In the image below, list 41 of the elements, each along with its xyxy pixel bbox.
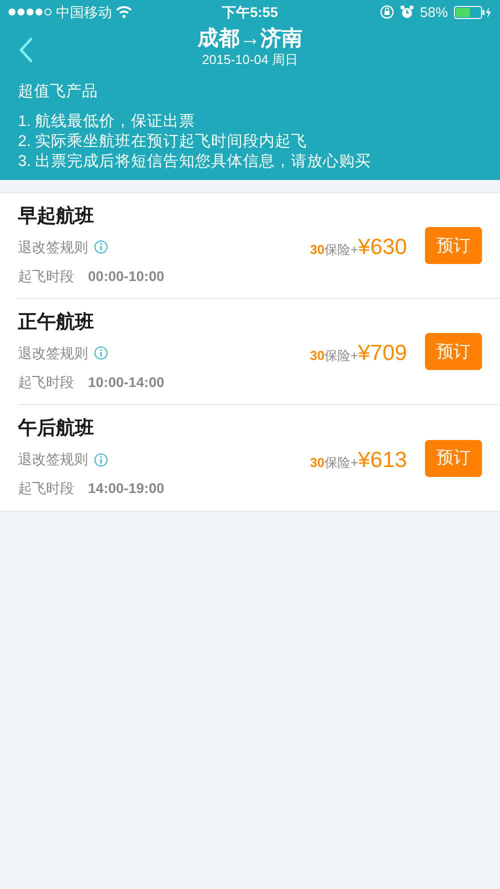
info-icon[interactable] (94, 346, 108, 360)
info-icon[interactable] (94, 452, 108, 466)
alarm-clock-icon (400, 5, 414, 19)
wifi-icon (116, 6, 132, 18)
date-subtitle: 2015-10-04 周日 (202, 52, 298, 68)
insurance-amount: 30 (310, 454, 324, 472)
battery-percent: 58% (420, 2, 448, 22)
rules-link[interactable]: 退改签规则 (18, 342, 88, 364)
book-button[interactable]: 预订 (425, 440, 482, 476)
notice-line: 3. 出票完成后将短信告知您具体信息，请放心购买 (18, 152, 372, 172)
insurance-amount: 30 (310, 241, 324, 259)
rules-link[interactable]: 退改签规则 (18, 236, 88, 258)
battery-charging-icon (454, 6, 492, 18)
rules-link[interactable]: 退改签规则 (18, 449, 88, 470)
price: ¥709 (358, 339, 407, 367)
notice-line: 1. 航线最低价，保证出票 (18, 112, 196, 132)
price: ¥630 (358, 233, 407, 261)
info-icon[interactable] (94, 240, 108, 254)
price: ¥613 (358, 446, 407, 474)
flight-name: 午后航班 (18, 417, 95, 441)
time-range: 10:00-14:00 (88, 372, 164, 392)
time-range: 00:00-10:00 (88, 266, 164, 286)
time-label: 起飞时段 (18, 372, 74, 392)
time-range: 14:00-19:00 (88, 479, 164, 498)
insurance-label: 保险+ (324, 348, 358, 365)
status-time: 下午5:55 (222, 2, 278, 22)
signal-icon (8, 8, 52, 16)
flight-name: 早起航班 (18, 204, 95, 228)
carrier-name: 中国移动 (56, 2, 112, 22)
flight-name: 正午航班 (18, 310, 95, 334)
book-button[interactable]: 预订 (425, 333, 482, 370)
notice-line: 2. 实际乘坐航班在预订起飞时间段内起飞 (18, 132, 308, 152)
time-label: 起飞时段 (18, 266, 74, 286)
notice-heading: 超值飞产品 (18, 82, 99, 102)
route-title: 成都→济南 (198, 26, 302, 52)
insurance-label: 保险+ (324, 454, 358, 472)
book-button[interactable]: 预订 (425, 227, 482, 264)
rotation-lock-icon (380, 5, 394, 19)
insurance-amount: 30 (310, 347, 324, 365)
time-label: 起飞时段 (18, 479, 74, 498)
insurance-label: 保险+ (324, 242, 358, 259)
